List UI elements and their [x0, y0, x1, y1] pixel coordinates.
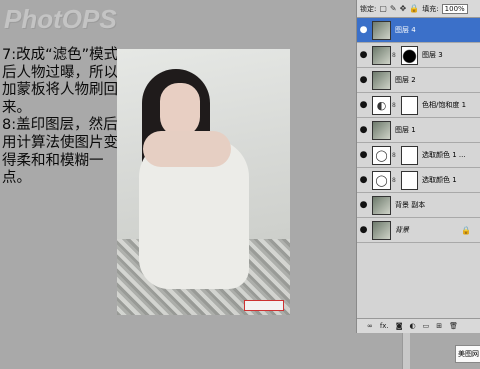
fill-label: 填充: — [422, 4, 439, 13]
adjustment-icon: ◐ — [372, 95, 391, 115]
adjustment-icon: ◯ — [372, 170, 391, 190]
document-canvas-photo[interactable] — [117, 49, 290, 315]
mask-icon[interactable]: ◙ — [396, 322, 403, 330]
photo-subject-face — [160, 83, 200, 137]
layer-row[interactable]: ● 背景 🔒 — [357, 218, 480, 243]
layers-bottom-bar: ∞ fx. ◙ ◐ ▭ ⊞ 🗑 — [357, 318, 480, 333]
layer-thumbnail — [372, 20, 391, 40]
watermark-logo: PhotOPS — [4, 4, 117, 34]
layer-name: 图层 1 — [395, 126, 416, 134]
adjustment-icon[interactable]: ◐ — [409, 322, 415, 330]
layer-name: 背景 副本 — [395, 201, 426, 209]
trash-icon[interactable]: 🗑 — [449, 322, 458, 330]
eye-icon[interactable]: ● — [357, 25, 370, 35]
tutorial-text: 7:改成“滤色”模式后人物过曝，所以加蒙板将人物刷回来。 8:盖印图层，然后用计… — [2, 47, 119, 187]
panel-scrollbar[interactable] — [402, 333, 410, 369]
eye-icon[interactable]: ● — [357, 75, 370, 85]
layers-list: ● 图层 4 ● 8 图层 3 ● 图层 2 ● ◐ 8 色相/饱和度 1 ● … — [357, 18, 480, 243]
lock-label: 锁定: — [360, 4, 377, 13]
layer-name: 图层 3 — [422, 51, 443, 59]
eye-icon[interactable]: ● — [357, 125, 370, 135]
eye-icon[interactable]: ● — [357, 175, 370, 185]
eye-icon[interactable]: ● — [357, 150, 370, 160]
link-icon: 8 — [392, 101, 396, 109]
eye-icon[interactable]: ● — [357, 200, 370, 210]
layer-row[interactable]: ● 图层 4 — [357, 18, 480, 43]
layer-name: 选取颜色 1 ... — [422, 151, 466, 159]
layer-name: 图层 2 — [395, 76, 416, 84]
lock-icon: 🔒 — [461, 225, 471, 235]
layer-thumbnail — [372, 120, 391, 140]
eye-icon[interactable]: ● — [357, 225, 370, 235]
layer-mask-thumbnail[interactable] — [401, 145, 418, 165]
layer-row[interactable]: ● 图层 1 — [357, 118, 480, 143]
eye-icon[interactable]: ● — [357, 100, 370, 110]
link-icon[interactable]: ∞ — [367, 322, 373, 330]
link-icon: 8 — [392, 151, 396, 159]
popup-label[interactable]: 美图网 — [455, 345, 480, 363]
layer-row[interactable]: ● 背景 副本 — [357, 193, 480, 218]
layer-name: 色相/饱和度 1 — [422, 101, 467, 109]
layer-mask-thumbnail[interactable] — [401, 170, 418, 190]
layer-name: 选取颜色 1 — [422, 176, 457, 184]
layer-name: 背景 — [395, 226, 409, 234]
lock-transparency-icon[interactable]: ▢ — [379, 4, 387, 13]
new-layer-icon[interactable]: ⊞ — [436, 322, 442, 330]
photo-subject-arms — [143, 131, 231, 167]
layer-thumbnail — [372, 220, 391, 240]
lock-bar: 锁定: ▢ ✎ ✥ 🔒 填充: 100% — [357, 0, 480, 18]
eye-icon[interactable]: ● — [357, 50, 370, 60]
link-icon: 8 — [392, 51, 396, 59]
layer-row[interactable]: ● ◯ 8 选取颜色 1 — [357, 168, 480, 193]
link-icon: 8 — [392, 176, 396, 184]
layer-thumbnail — [372, 70, 391, 90]
adjustment-icon: ◯ — [372, 145, 391, 165]
layer-mask-thumbnail[interactable] — [401, 45, 418, 65]
lock-all-icon[interactable]: 🔒 — [409, 4, 419, 13]
layer-row[interactable]: ● ◐ 8 色相/饱和度 1 — [357, 93, 480, 118]
layer-mask-thumbnail[interactable] — [401, 95, 418, 115]
layers-panel: 锁定: ▢ ✎ ✥ 🔒 填充: 100% ● 图层 4 ● 8 图层 3 ● 图… — [356, 0, 480, 333]
lock-move-icon[interactable]: ✥ — [400, 4, 407, 13]
layer-row[interactable]: ● 8 图层 3 — [357, 43, 480, 68]
lock-brush-icon[interactable]: ✎ — [390, 4, 397, 13]
layer-name: 图层 4 — [395, 26, 416, 34]
photo-source-stamp — [244, 300, 284, 311]
layer-row[interactable]: ● 图层 2 — [357, 68, 480, 93]
fx-icon[interactable]: fx. — [380, 322, 389, 330]
group-icon[interactable]: ▭ — [423, 322, 430, 330]
layer-thumbnail — [372, 45, 391, 65]
layer-row[interactable]: ● ◯ 8 选取颜色 1 ... — [357, 143, 480, 168]
layer-thumbnail — [372, 195, 391, 215]
fill-input[interactable]: 100% — [441, 3, 468, 14]
